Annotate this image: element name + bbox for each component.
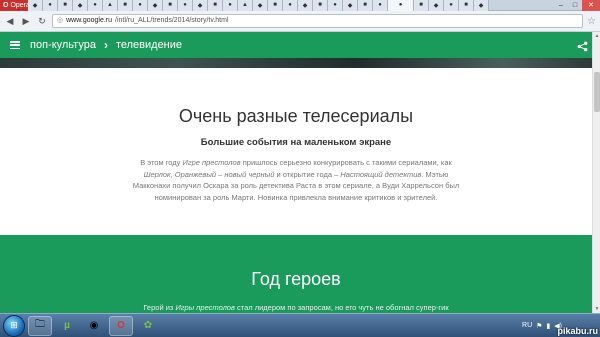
tab[interactable]: ◆	[73, 0, 88, 11]
breadcrumb-current: телевидение	[115, 39, 183, 51]
address-bar: ◀ ▶ ↻ ◎ www.google.ru/intl/ru_ALL/trends…	[0, 11, 600, 32]
tab[interactable]: ◆	[253, 0, 268, 11]
tab[interactable]: ●	[328, 0, 343, 11]
back-icon[interactable]: ◀	[4, 15, 16, 27]
close-icon[interactable]: ✕	[582, 0, 600, 11]
icq-taskbar-icon[interactable]: ✿	[136, 316, 160, 336]
menu-icon[interactable]	[10, 41, 20, 49]
opera-menu-label: Opera	[10, 1, 30, 9]
tab[interactable]: ◆	[429, 0, 444, 11]
tab[interactable]: ■	[313, 0, 328, 11]
reload-icon[interactable]: ↻	[36, 15, 48, 27]
tab[interactable]: ●	[133, 0, 148, 11]
story-section-heroes: Год героев Герой из Игры престолов стал …	[0, 235, 592, 323]
tab[interactable]: ■	[58, 0, 73, 11]
utorrent-taskbar-icon[interactable]: µ	[55, 316, 79, 336]
network-icon[interactable]: ▮	[546, 322, 550, 330]
title-mention: Настоящий детектив	[340, 169, 422, 179]
body-text: Герой из	[143, 303, 176, 312]
watermark: pikabu.ru	[557, 326, 598, 336]
page-scrollbar[interactable]: ▲ ▼	[592, 32, 600, 313]
tab[interactable]: ◆	[193, 0, 208, 11]
start-button[interactable]: ⊞	[3, 314, 25, 337]
tab[interactable]: ◆	[28, 0, 43, 11]
title-mention: Игры престолов	[175, 303, 235, 312]
tab[interactable]: ◆	[474, 0, 489, 11]
tab[interactable]: ●	[283, 0, 298, 11]
breadcrumb-separator: ›	[103, 38, 108, 52]
scroll-down-icon[interactable]: ▼	[593, 305, 600, 313]
url-input[interactable]: ◎ www.google.ru/intl/ru_ALL/trends/2014/…	[52, 14, 584, 28]
opera-logo-icon: O	[3, 1, 9, 9]
globe-icon: ◎	[57, 17, 64, 24]
opera-taskbar-icon[interactable]: O	[109, 315, 133, 336]
forward-icon[interactable]: ▶	[20, 15, 32, 27]
tray-language[interactable]: RU	[522, 322, 532, 329]
tab[interactable]: ●	[43, 0, 58, 11]
story-section-tv-series: Очень разные телесериалы Большие события…	[0, 68, 592, 235]
tab[interactable]: ■	[268, 0, 283, 11]
maximize-icon[interactable]: □	[568, 0, 582, 11]
section-title: Год героев	[251, 269, 341, 289]
title-mention: Игре престолов	[182, 158, 241, 167]
tab[interactable]: ◆	[148, 0, 163, 11]
tab[interactable]: ●	[223, 0, 238, 11]
tab[interactable]: ■	[208, 0, 223, 11]
tab[interactable]: ■	[414, 0, 429, 11]
tab[interactable]: ■	[459, 0, 474, 11]
bookmark-star-icon[interactable]: ☆	[587, 16, 596, 27]
chrome-taskbar-icon[interactable]: ◉	[82, 316, 106, 336]
body-text: В этом году	[140, 158, 183, 167]
tab[interactable]: ■	[358, 0, 373, 11]
scroll-up-icon[interactable]: ▲	[593, 32, 600, 40]
title-mention: Шерлок	[143, 169, 171, 179]
url-domain: www.google.ru	[66, 17, 113, 24]
explorer-taskbar-icon[interactable]: 🗀	[28, 315, 52, 336]
breadcrumb-category[interactable]: поп-культура	[30, 39, 96, 51]
tab[interactable]: ●	[444, 0, 459, 11]
hero-image-strip	[0, 58, 592, 68]
tab[interactable]: ●	[88, 0, 103, 11]
tab[interactable]: ◆	[343, 0, 358, 11]
app-header: поп-культура › телевидение	[0, 32, 600, 58]
title-mention: Оранжевый – новый черный	[174, 169, 275, 179]
windows-taskbar: ⊞ 🗀 µ ◉ O ✿ RU ⚑ ▮ ◀)	[0, 313, 600, 337]
section-title: Очень разные телесериалы	[178, 106, 414, 126]
flag-icon[interactable]: ⚑	[536, 322, 542, 330]
tab-active[interactable]: ●	[388, 0, 414, 11]
opera-menu-button[interactable]: O Opera	[0, 0, 30, 11]
scrollbar-thumb[interactable]	[594, 72, 600, 112]
body-text: и открытие года –	[274, 169, 341, 179]
section-subtitle: Большие события на маленьком экране	[200, 137, 392, 148]
url-path: /intl/ru_ALL/trends/2014/story/tv.html	[115, 17, 229, 24]
minimize-icon[interactable]: –	[554, 0, 568, 11]
tab[interactable]: ■	[118, 0, 133, 11]
section-body: В этом году Игре престолов пришлось серь…	[130, 157, 462, 203]
tab[interactable]: ▲	[238, 0, 253, 11]
tab[interactable]: ●	[373, 0, 388, 11]
window-controls: – □ ✕	[554, 0, 600, 11]
tab[interactable]: ●	[178, 0, 193, 11]
share-icon[interactable]	[577, 39, 588, 52]
browser-tab-strip: O Opera ◆ ● ■ ◆ ● ▲ ■ ● ◆ ■ ● ◆ ■ ● ▲ ◆ …	[0, 0, 600, 11]
tab[interactable]: ◆	[298, 0, 313, 11]
tab[interactable]: ■	[163, 0, 178, 11]
tabs: ◆ ● ■ ◆ ● ▲ ■ ● ◆ ■ ● ◆ ■ ● ▲ ◆ ■ ● ◆ ■ …	[28, 0, 554, 11]
tab[interactable]: ▲	[103, 0, 118, 11]
body-text: пришлось серьезно конкурировать с такими…	[240, 158, 452, 167]
